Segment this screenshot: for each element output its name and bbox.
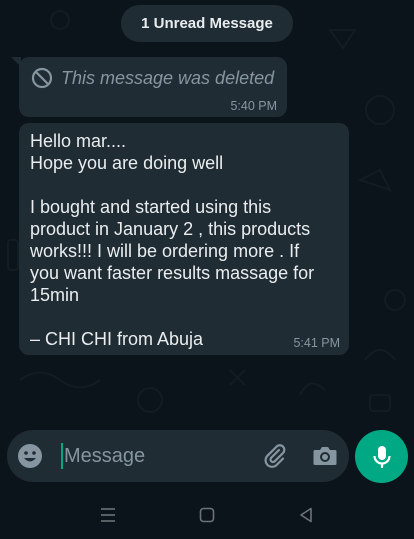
- message-line: works!!! I will be ordering more . If: [30, 241, 300, 261]
- message-line: 15min: [30, 285, 80, 305]
- message-line: product in January 2 , this products: [30, 219, 311, 239]
- voice-record-button[interactable]: [355, 430, 408, 483]
- emoji-icon[interactable]: [17, 443, 43, 469]
- message-body: Hello mar.... Hope you are doing well I …: [30, 130, 342, 350]
- unread-label: 1 Unread Message: [141, 15, 273, 32]
- microphone-icon: [372, 445, 391, 468]
- message-line: Hope you are doing well: [30, 153, 224, 173]
- message-line: Hello mar....: [30, 131, 127, 151]
- message-composer: [7, 430, 349, 482]
- text-caret: [61, 443, 63, 469]
- message-line: [30, 174, 342, 196]
- message-time: 5:41 PM: [293, 336, 340, 350]
- unread-messages-banner: 1 Unread Message: [121, 5, 293, 42]
- back-triangle-icon[interactable]: [296, 505, 316, 525]
- prohibited-icon: [31, 67, 53, 89]
- menu-icon[interactable]: [98, 505, 118, 525]
- deleted-message-text: This message was deleted: [61, 67, 275, 88]
- message-line: [30, 306, 342, 328]
- bubble-tail: [11, 57, 21, 67]
- paperclip-icon[interactable]: [262, 443, 288, 469]
- message-line: you want faster results massage for: [30, 263, 315, 283]
- deleted-row: This message was deleted: [31, 67, 274, 89]
- deleted-message-bubble[interactable]: This message was deleted 5:40 PM: [11, 57, 287, 117]
- camera-icon[interactable]: [312, 444, 338, 468]
- message-line: I bought and started using this: [30, 197, 272, 217]
- system-navigation-bar: [0, 489, 414, 539]
- incoming-message-bubble[interactable]: Hello mar.... Hope you are doing well I …: [19, 123, 349, 355]
- message-time: 5:40 PM: [230, 99, 277, 113]
- home-square-icon[interactable]: [197, 505, 217, 525]
- message-input[interactable]: [64, 440, 244, 472]
